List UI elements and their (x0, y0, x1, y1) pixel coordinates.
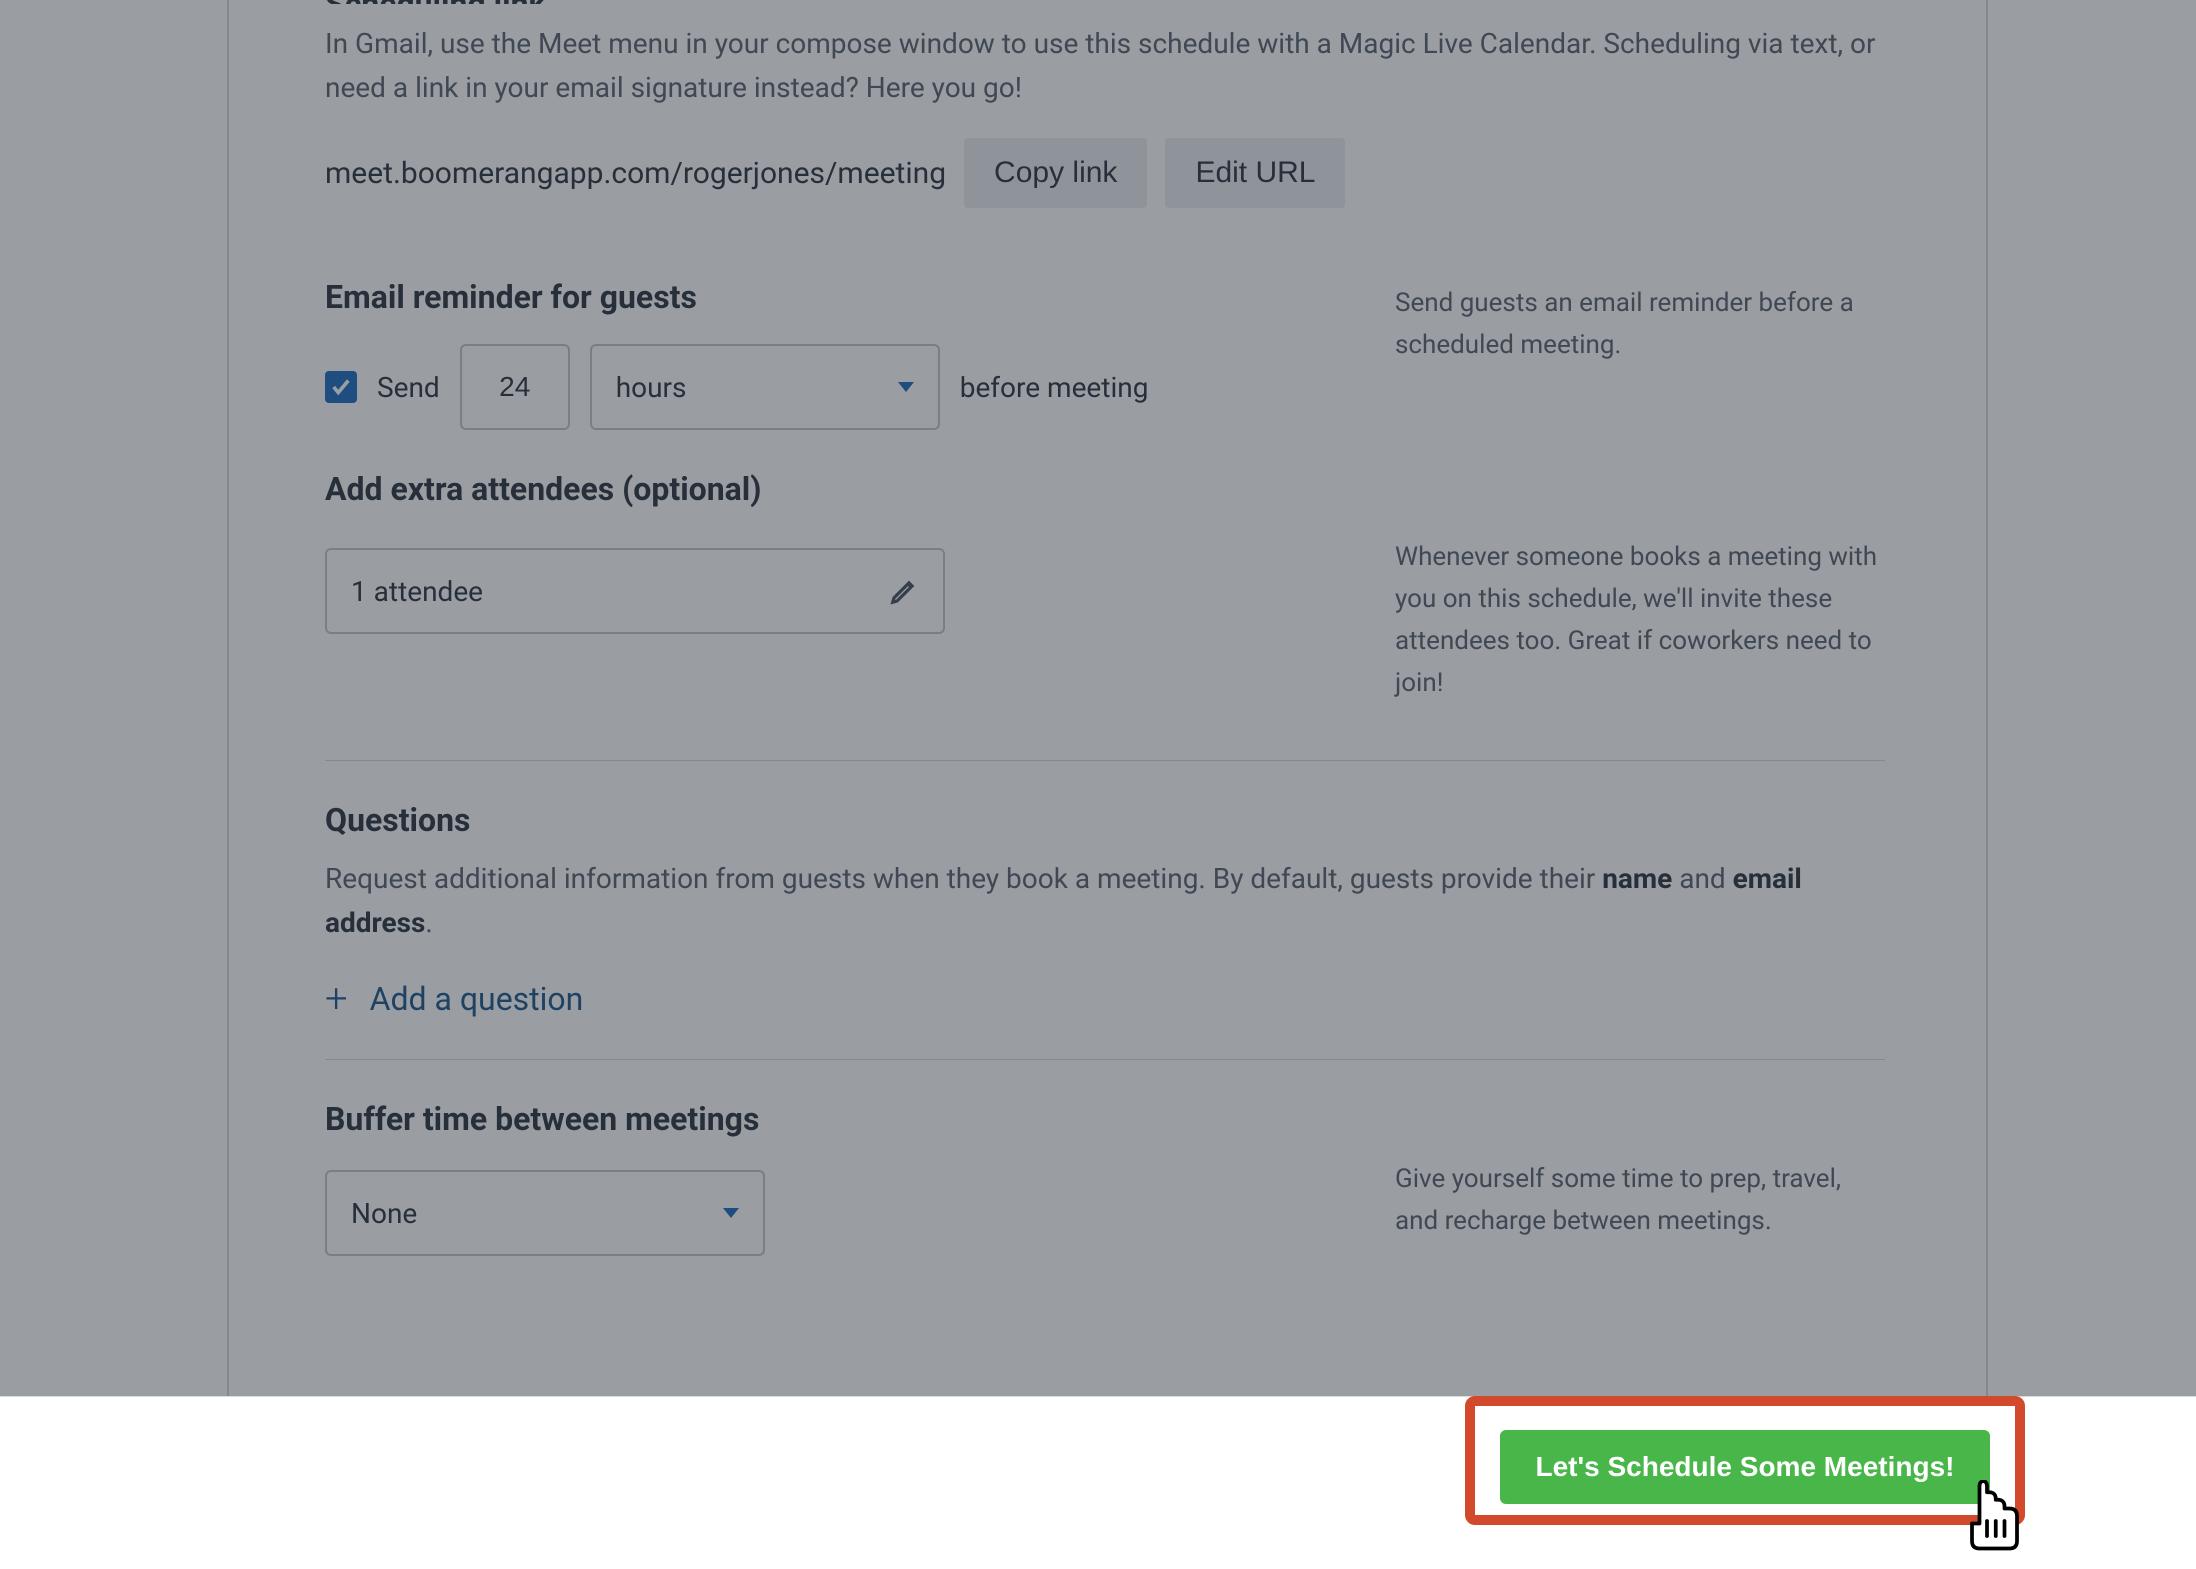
reminder-suffix: before meeting (960, 371, 1149, 404)
pencil-icon (889, 576, 919, 606)
content-area: Scheduling link In Gmail, use the Meet m… (325, 0, 1885, 1256)
chevron-down-icon (898, 382, 914, 392)
questions-name-word: name (1602, 862, 1672, 895)
panel-right-border (1986, 0, 1988, 1396)
scheduling-link-title: Scheduling link (325, 0, 1885, 4)
panel-left-border (227, 0, 229, 1396)
questions-desc-prefix: Request additional information from gues… (325, 862, 1602, 895)
questions-title: Questions (325, 801, 1885, 839)
reminder-help-text: Send guests an email reminder before a s… (1395, 278, 1885, 366)
questions-and: and (1672, 862, 1732, 895)
buffer-select[interactable]: None (325, 1170, 765, 1256)
buffer-value: None (351, 1197, 417, 1230)
reminder-title: Email reminder for guests (325, 278, 1325, 316)
attendees-help-text: Whenever someone books a meeting with yo… (1395, 470, 1885, 704)
attendees-input[interactable]: 1 attendee (325, 548, 945, 634)
reminder-section: Email reminder for guests Send hours bef… (325, 278, 1885, 430)
attendees-section: Add extra attendees (optional) 1 attende… (325, 470, 1885, 704)
divider (325, 1059, 1885, 1060)
send-reminder-checkbox[interactable] (325, 371, 357, 403)
chevron-down-icon (723, 1208, 739, 1218)
attendees-value: 1 attendee (351, 575, 483, 608)
edit-url-button[interactable]: Edit URL (1165, 138, 1345, 208)
buffer-title: Buffer time between meetings (325, 1100, 1325, 1138)
send-label: Send (377, 371, 440, 404)
questions-suffix: . (425, 906, 432, 939)
buffer-section: Buffer time between meetings None Give y… (325, 1100, 1885, 1256)
schedule-meetings-button[interactable]: Let's Schedule Some Meetings! (1500, 1430, 1990, 1504)
scheduling-link-row: meet.boomerangapp.com/rogerjones/meeting… (325, 138, 1885, 208)
reminder-unit-select[interactable]: hours (590, 344, 940, 430)
check-icon (330, 376, 352, 398)
scheduling-url: meet.boomerangapp.com/rogerjones/meeting (325, 156, 946, 191)
settings-panel: Scheduling link In Gmail, use the Meet m… (0, 0, 2196, 1396)
scheduling-link-description: In Gmail, use the Meet menu in your comp… (325, 22, 1885, 110)
attendees-title: Add extra attendees (optional) (325, 470, 1325, 508)
reminder-amount-input[interactable] (460, 344, 570, 430)
reminder-unit-value: hours (616, 371, 687, 404)
reminder-controls: Send hours before meeting (325, 344, 1325, 430)
questions-description: Request additional information from gues… (325, 857, 1885, 945)
buffer-help-text: Give yourself some time to prep, travel,… (1395, 1100, 1885, 1242)
add-question-button[interactable]: + Add a question (325, 979, 1885, 1019)
cursor-pointer-icon (1962, 1480, 2022, 1552)
add-question-label: Add a question (370, 980, 584, 1018)
copy-link-button[interactable]: Copy link (964, 138, 1147, 208)
plus-icon: + (325, 979, 348, 1019)
divider (325, 760, 1885, 761)
